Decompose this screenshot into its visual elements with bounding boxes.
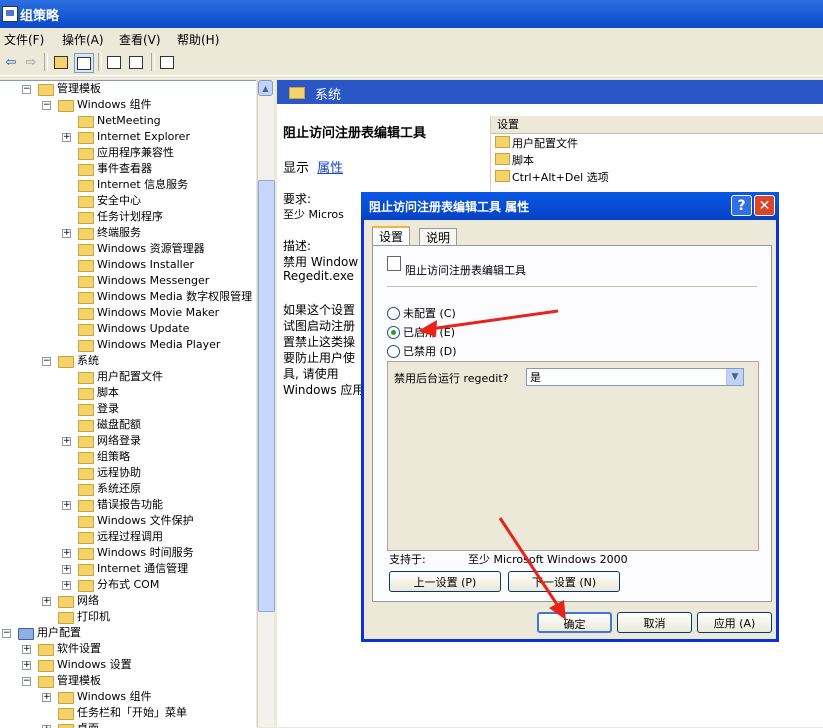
arrow-to-enabled-icon [418, 309, 559, 337]
annotation-arrows [418, 309, 566, 620]
arrow-to-ok-icon [498, 517, 566, 620]
